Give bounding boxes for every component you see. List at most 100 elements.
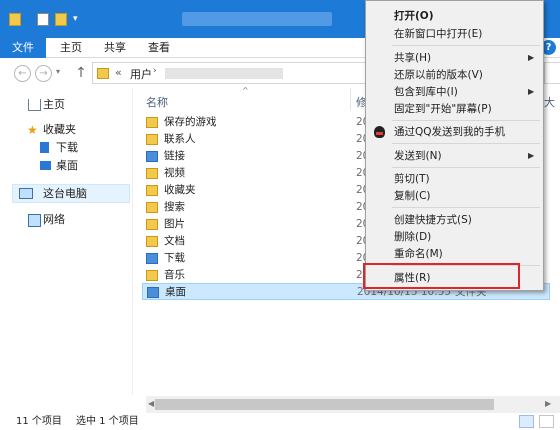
file-name: 链接 bbox=[164, 150, 185, 162]
nav-item-home[interactable]: 主页 bbox=[0, 96, 133, 114]
breadcrumb-redacted bbox=[165, 68, 283, 79]
menu-item-create-shortcut[interactable]: 创建快捷方式(S) bbox=[368, 211, 541, 229]
context-menu: 打开(O) 在新窗口中打开(E) 共享(H) ▶ 还原以前的版本(V) 包含到库中… bbox=[365, 0, 544, 291]
menu-item-open-new-window[interactable]: 在新窗口中打开(E) bbox=[368, 25, 541, 43]
scrollbar-thumb[interactable] bbox=[155, 399, 494, 410]
menu-item-label: 通过QQ发送到我的手机 bbox=[394, 126, 506, 138]
column-header-name[interactable]: 名称 bbox=[146, 94, 168, 110]
star-icon: ★ bbox=[27, 123, 38, 137]
folder-icon bbox=[146, 117, 158, 128]
status-bar: 11 个项目 选中 1 个项目 bbox=[0, 413, 560, 430]
folder-icon bbox=[146, 168, 158, 179]
up-button[interactable]: ↑ bbox=[74, 64, 88, 82]
search-input[interactable] bbox=[544, 62, 560, 84]
details-view-icon[interactable] bbox=[519, 415, 534, 428]
file-name: 下载 bbox=[164, 252, 185, 264]
menu-item-send-to[interactable]: 发送到(N) ▶ bbox=[368, 147, 541, 165]
item-count: 11 个项目 bbox=[16, 416, 62, 427]
selected-count: 选中 1 个项目 bbox=[76, 416, 139, 427]
nav-item-favorites[interactable]: ★ 收藏夹 bbox=[0, 121, 133, 139]
menu-item-cut[interactable]: 剪切(T) bbox=[368, 170, 541, 188]
menu-item-label: 固定到"开始"屏幕(P) bbox=[394, 103, 492, 115]
menu-item-share[interactable]: 共享(H) ▶ bbox=[368, 49, 541, 67]
menu-item-label: 打开(O) bbox=[394, 10, 434, 22]
nav-item-label: 收藏夹 bbox=[43, 123, 76, 136]
menu-item-label: 共享(H) bbox=[394, 52, 432, 64]
back-button[interactable]: ← bbox=[14, 65, 31, 82]
nav-item-label: 桌面 bbox=[56, 159, 78, 172]
address-bar[interactable]: « 用户 › bbox=[92, 62, 380, 84]
tab-home[interactable]: 主页 bbox=[52, 38, 90, 58]
recent-locations-dropdown-icon[interactable]: ▾ bbox=[56, 67, 66, 79]
nav-item-this-pc[interactable]: 这台电脑 bbox=[12, 184, 130, 203]
folder-icon bbox=[146, 185, 158, 196]
properties-icon[interactable] bbox=[37, 13, 49, 26]
tab-share[interactable]: 共享 bbox=[96, 38, 134, 58]
folder-icon bbox=[146, 270, 158, 281]
column-header-size[interactable]: 大 bbox=[544, 94, 555, 110]
folder-icon bbox=[146, 134, 158, 145]
menu-item-label: 重命名(M) bbox=[394, 248, 443, 260]
menu-item-delete[interactable]: 删除(D) bbox=[368, 228, 541, 246]
horizontal-scrollbar[interactable]: ◀ ▶ bbox=[146, 396, 560, 413]
window-title-redacted bbox=[182, 12, 332, 26]
quick-access-dropdown-icon[interactable]: ▾ bbox=[73, 14, 83, 26]
menu-item-open[interactable]: 打开(O) bbox=[368, 7, 541, 25]
file-name: 文档 bbox=[164, 235, 185, 247]
large-icons-view-icon[interactable] bbox=[539, 415, 554, 428]
breadcrumb-users[interactable]: 用户 bbox=[130, 66, 152, 82]
menu-separator bbox=[392, 207, 540, 208]
menu-item-send-qq[interactable]: 通过QQ发送到我的手机 bbox=[368, 123, 541, 141]
file-name: 收藏夹 bbox=[164, 184, 196, 196]
menu-item-label: 剪切(T) bbox=[394, 173, 430, 185]
breadcrumb-arrow-icon[interactable]: › bbox=[153, 66, 157, 76]
menu-separator bbox=[392, 167, 540, 168]
address-overflow-chevrons[interactable]: « bbox=[115, 66, 122, 79]
sort-indicator-icon: ^ bbox=[242, 86, 249, 95]
menu-separator bbox=[392, 143, 540, 144]
computer-icon bbox=[19, 188, 33, 199]
nav-item-label: 下载 bbox=[56, 141, 78, 154]
folder-icon bbox=[146, 219, 158, 230]
desktop-icon bbox=[40, 161, 51, 170]
file-name: 搜索 bbox=[164, 201, 185, 213]
file-name: 联系人 bbox=[164, 133, 196, 145]
new-folder-icon[interactable] bbox=[55, 13, 67, 26]
menu-separator bbox=[392, 120, 540, 121]
nav-item-downloads[interactable]: 下载 bbox=[0, 139, 133, 157]
file-name: 保存的游戏 bbox=[164, 116, 217, 128]
column-divider[interactable] bbox=[350, 88, 351, 110]
menu-item-restore-versions[interactable]: 还原以前的版本(V) bbox=[368, 66, 541, 84]
nav-item-desktop[interactable]: 桌面 bbox=[0, 157, 133, 175]
nav-item-label: 主页 bbox=[43, 98, 65, 111]
qq-icon bbox=[374, 126, 385, 138]
nav-item-network[interactable]: 网络 bbox=[0, 211, 133, 229]
file-name: 视频 bbox=[164, 167, 185, 179]
file-name: 音乐 bbox=[164, 269, 185, 281]
menu-item-label: 发送到(N) bbox=[394, 150, 442, 162]
menu-item-rename[interactable]: 重命名(M) bbox=[368, 245, 541, 263]
nav-item-label: 网络 bbox=[43, 213, 65, 226]
file-name: 图片 bbox=[164, 218, 185, 230]
tab-view[interactable]: 查看 bbox=[140, 38, 178, 58]
scroll-right-icon[interactable]: ▶ bbox=[545, 399, 551, 408]
menu-item-label: 复制(C) bbox=[394, 190, 431, 202]
menu-item-label: 包含到库中(I) bbox=[394, 86, 458, 98]
tab-file[interactable]: 文件 bbox=[0, 38, 46, 58]
home-icon bbox=[28, 99, 41, 111]
network-icon bbox=[28, 214, 41, 227]
folder-icon bbox=[146, 236, 158, 247]
scroll-left-icon[interactable]: ◀ bbox=[148, 399, 154, 408]
menu-item-copy[interactable]: 复制(C) bbox=[368, 187, 541, 205]
folder-icon bbox=[147, 287, 159, 298]
folder-icon bbox=[146, 202, 158, 213]
menu-item-include-library[interactable]: 包含到库中(I) ▶ bbox=[368, 83, 541, 101]
submenu-arrow-icon: ▶ bbox=[528, 151, 535, 160]
menu-item-pin-start[interactable]: 固定到"开始"屏幕(P) bbox=[368, 100, 541, 118]
submenu-arrow-icon: ▶ bbox=[528, 87, 535, 96]
folder-icon bbox=[146, 253, 158, 264]
forward-button[interactable]: → bbox=[35, 65, 52, 82]
menu-item-label: 在新窗口中打开(E) bbox=[394, 28, 483, 40]
nav-item-label: 这台电脑 bbox=[43, 187, 87, 200]
folder-icon bbox=[97, 68, 109, 79]
